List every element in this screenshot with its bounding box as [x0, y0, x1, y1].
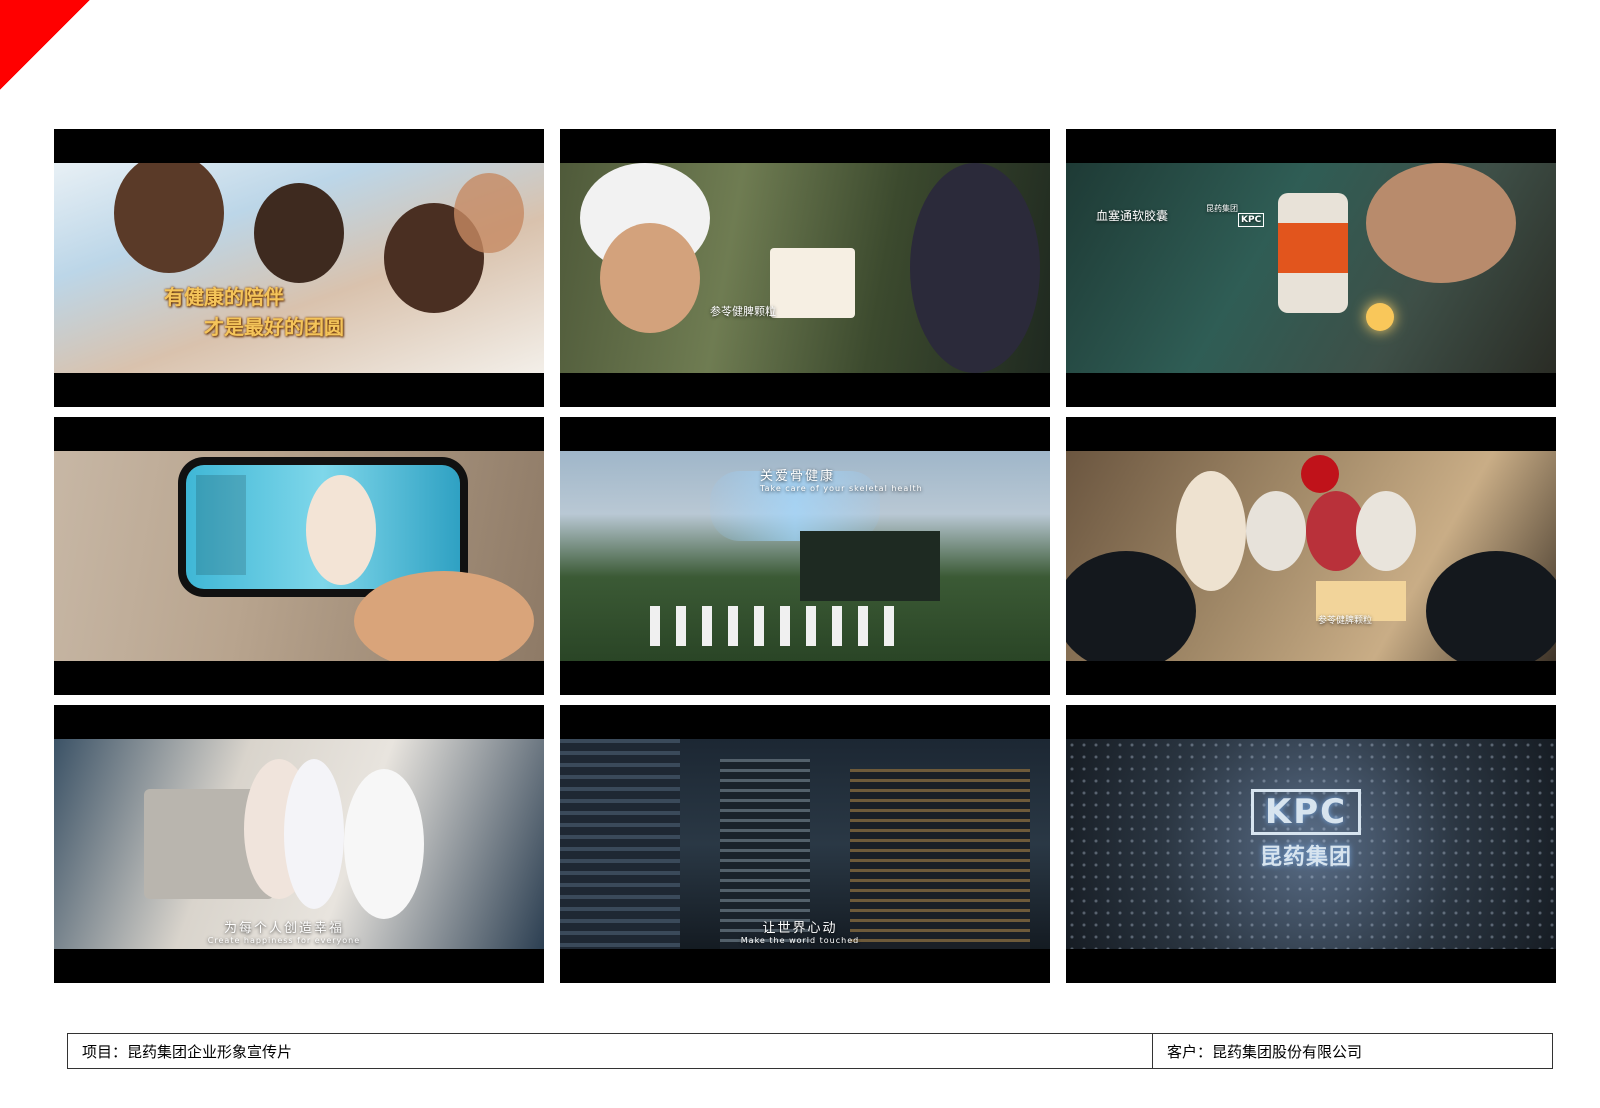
- caption: 让世界心动 Make the world touched: [720, 917, 880, 945]
- frame-4-livestream-phone[interactable]: [54, 417, 544, 695]
- caption-line-1: 有健康的陪伴: [164, 285, 284, 309]
- scene-image: 有健康的陪伴 才是最好的团圆: [54, 163, 544, 373]
- scene-image: 让世界心动 Make the world touched: [560, 739, 1050, 949]
- scene-image: KPC 昆药集团: [1066, 739, 1556, 949]
- hand-figure: [354, 571, 534, 661]
- phone-screen: [186, 465, 460, 589]
- caption: 为每个人创造幸福 Create happiness for everyone: [204, 917, 364, 945]
- chinese-knot: [1301, 455, 1339, 493]
- caption-cn: 关爱骨健康: [760, 469, 836, 484]
- caption-en: Take care of your skeletal health: [760, 484, 923, 493]
- frame-2-delivery-rider[interactable]: 参苓健脾颗粒: [560, 129, 1050, 407]
- elder-figure: [1246, 491, 1306, 571]
- glow-orb: [1366, 303, 1394, 331]
- frame-1-family-waving[interactable]: 有健康的陪伴 才是最好的团圆: [54, 129, 544, 407]
- product-label: 参苓健脾颗粒: [710, 305, 776, 318]
- caption-en: Create happiness for everyone: [207, 936, 361, 945]
- product-label: 参苓健脾颗粒: [1318, 616, 1373, 626]
- kpc-logo-name: 昆药集团: [1259, 845, 1352, 870]
- product-title: 血塞通软胶囊: [1096, 209, 1169, 223]
- skyscraper: [560, 739, 680, 949]
- hand-figure: [454, 173, 524, 253]
- scene-image: 关爱骨健康 Take care of your skeletal health: [560, 451, 1050, 661]
- caption-cn: 为每个人创造幸福: [223, 921, 344, 936]
- scene-image: [54, 451, 544, 661]
- kpc-badge: KPC: [1238, 213, 1265, 227]
- caption-cn: 让世界心动: [762, 921, 838, 936]
- frame-3-product-bottle[interactable]: 血塞通软胶囊 昆药集团 KPC: [1066, 129, 1556, 407]
- foreground-head: [1426, 551, 1556, 661]
- storyboard-grid: 有健康的陪伴 才是最好的团圆 参苓健脾颗粒 血塞通软胶囊 昆药集团 KPC 关爱…: [54, 129, 1556, 983]
- kpc-logo: KPC 昆药集团: [1251, 789, 1361, 871]
- child-figure: [284, 759, 344, 909]
- rider-face: [600, 223, 700, 333]
- foreground-head: [1066, 551, 1196, 661]
- woman-figure: [1176, 471, 1246, 591]
- frame-6-family-dinner[interactable]: 参苓健脾颗粒: [1066, 417, 1556, 695]
- scene-image: 参苓健脾颗粒: [1066, 451, 1556, 661]
- project-label: 项目：昆药集团企业形象宣传片: [82, 1042, 293, 1061]
- scene-image: 为每个人创造幸福 Create happiness for everyone: [54, 739, 544, 949]
- red-corner-mark: [0, 0, 90, 90]
- tai-chi-group: [650, 606, 910, 646]
- frame-5-tai-chi[interactable]: 关爱骨健康 Take care of your skeletal health: [560, 417, 1050, 695]
- bottle-label: [1278, 223, 1348, 273]
- father-figure: [344, 769, 424, 919]
- host-figure: [306, 475, 376, 585]
- scene-image: 参苓健脾颗粒: [560, 163, 1050, 373]
- live-comments: [196, 475, 246, 575]
- pavilion-building: [800, 531, 940, 601]
- caption-en: Make the world touched: [740, 936, 860, 945]
- woman-figure: [910, 163, 1040, 373]
- child-figure: [114, 163, 224, 273]
- kpc-logo-mark: KPC: [1251, 789, 1361, 835]
- product-box: [770, 248, 855, 318]
- frame-9-kpc-logo[interactable]: KPC 昆药集团: [1066, 705, 1556, 983]
- brand-tag: 昆药集团: [1206, 204, 1238, 213]
- client-label: 客户：昆药集团股份有限公司: [1152, 1034, 1552, 1068]
- hand-figure: [1366, 163, 1516, 283]
- woman-figure: [254, 183, 344, 283]
- scene-image: 血塞通软胶囊 昆药集团 KPC: [1066, 163, 1556, 373]
- frame-8-city-night[interactable]: 让世界心动 Make the world touched: [560, 705, 1050, 983]
- caption: 关爱骨健康 Take care of your skeletal health: [760, 465, 923, 493]
- project-info-bar: 项目：昆药集团企业形象宣传片 客户：昆药集团股份有限公司: [67, 1033, 1553, 1069]
- man-figure: [1356, 491, 1416, 571]
- frame-7-family-home[interactable]: 为每个人创造幸福 Create happiness for everyone: [54, 705, 544, 983]
- caption-line-2: 才是最好的团圆: [204, 315, 344, 339]
